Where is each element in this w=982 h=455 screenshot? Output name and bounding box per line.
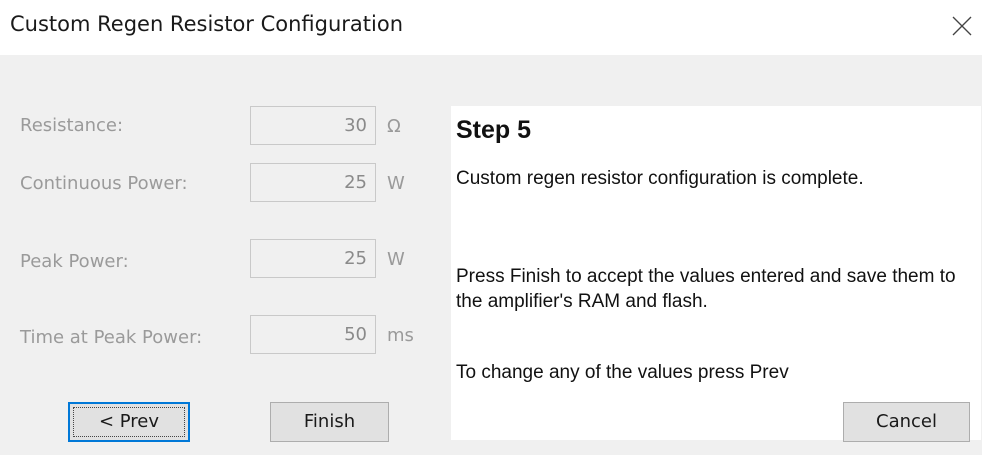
finish-button[interactable]: Finish <box>270 402 389 442</box>
time-at-peak-power-unit: ms <box>387 325 414 346</box>
continuous-power-label: Continuous Power: <box>20 173 188 194</box>
prev-button[interactable]: < Prev <box>68 402 190 442</box>
step-title: Step 5 <box>456 116 532 144</box>
info-paragraph: To change any of the values press Prev <box>456 362 789 383</box>
info-paragraph: Custom regen resistor configuration is c… <box>456 168 864 189</box>
focus-indicator <box>73 407 185 437</box>
peak-power-unit: W <box>387 249 405 270</box>
peak-power-field[interactable]: 25 <box>250 239 376 278</box>
title-bar: Custom Regen Resistor Configuration <box>0 0 982 55</box>
cancel-button-label: Cancel <box>876 411 937 432</box>
finish-button-label: Finish <box>303 411 356 432</box>
continuous-power-unit: W <box>387 173 405 194</box>
instruction-panel: Step 5 Custom regen resistor configurati… <box>451 106 981 440</box>
close-icon[interactable] <box>950 14 974 38</box>
cancel-button[interactable]: Cancel <box>843 402 970 442</box>
window-title: Custom Regen Resistor Configuration <box>10 12 404 36</box>
resistance-label: Resistance: <box>20 115 124 136</box>
info-paragraph: Press Finish to accept the values entere… <box>456 266 956 312</box>
time-at-peak-power-field[interactable]: 50 <box>250 315 376 354</box>
resistance-field[interactable]: 30 <box>250 106 376 145</box>
time-at-peak-power-label: Time at Peak Power: <box>20 327 203 348</box>
continuous-power-field[interactable]: 25 <box>250 163 376 202</box>
resistance-unit: Ω <box>387 116 401 137</box>
peak-power-label: Peak Power: <box>20 251 129 272</box>
dialog-body: Resistance: 30 Ω Continuous Power: 25 W … <box>0 55 982 455</box>
